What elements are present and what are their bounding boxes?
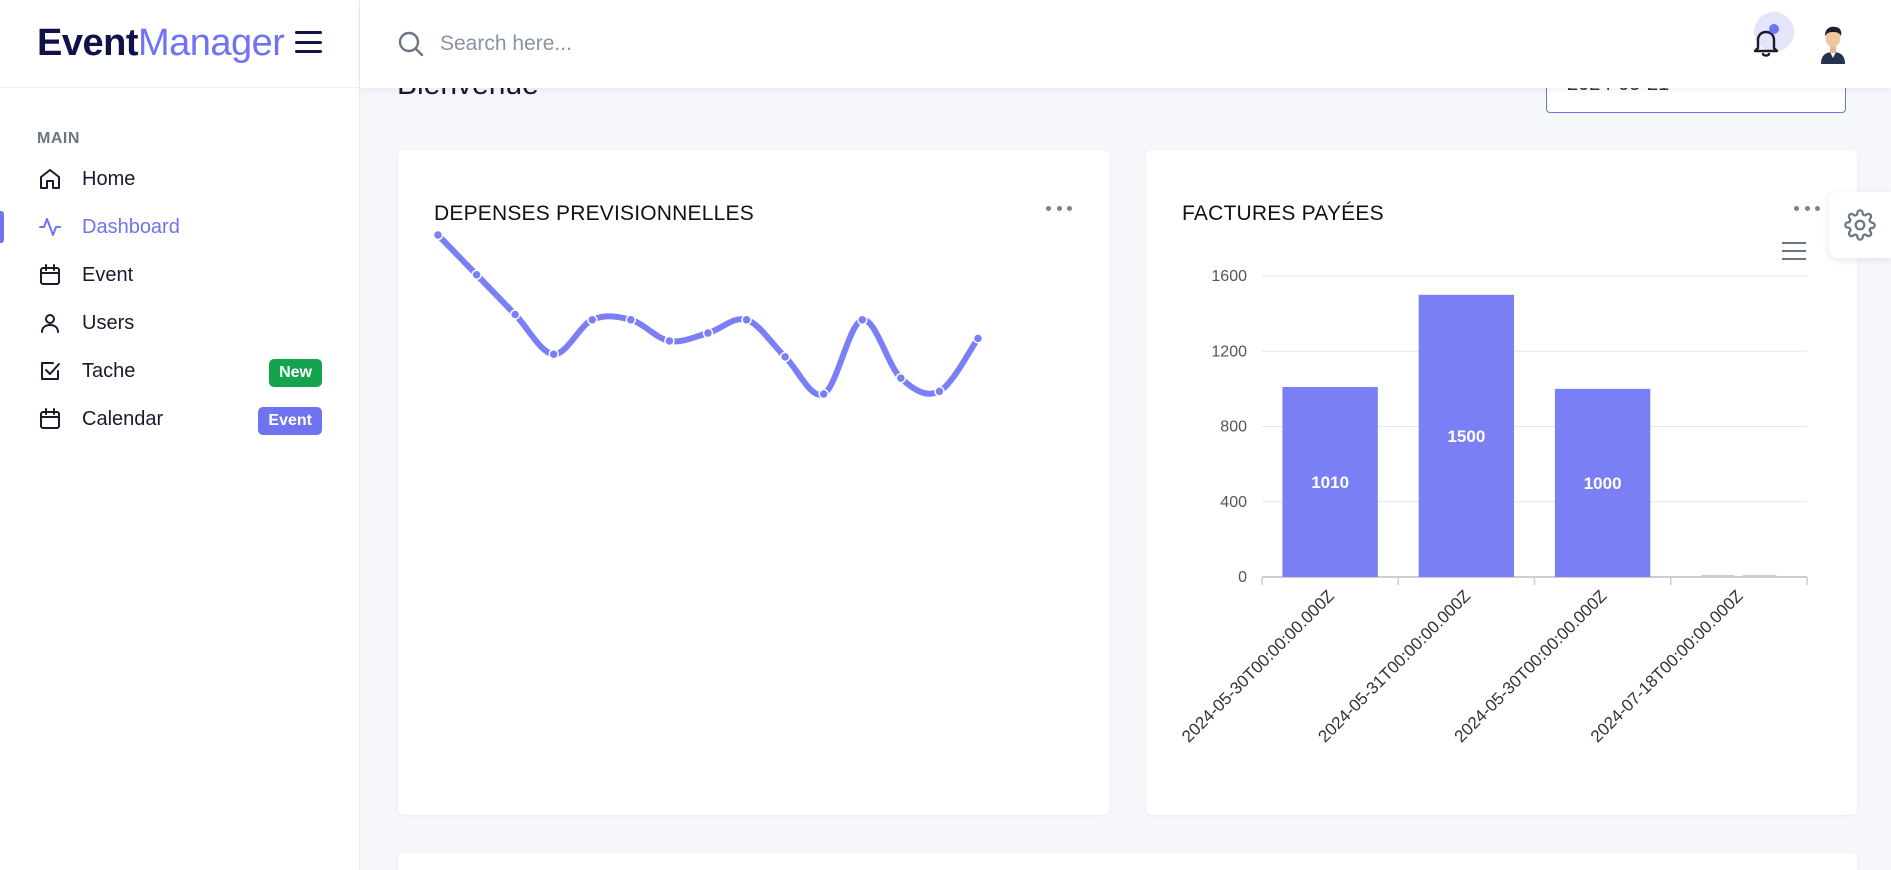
bottom-card — [398, 853, 1857, 870]
sidebar-item-home[interactable]: Home — [0, 155, 360, 203]
x-tick-label: 2024-05-31T00:00:00.000Z — [1314, 586, 1474, 746]
data-point[interactable] — [587, 314, 598, 326]
data-point[interactable] — [934, 386, 945, 397]
activity-icon — [37, 214, 63, 240]
data-point[interactable] — [509, 309, 521, 320]
forecast-line-chart — [432, 229, 984, 400]
sidebar-item-label: Event — [82, 263, 134, 286]
sidebar-item-label: Tache — [82, 359, 136, 382]
data-point[interactable] — [702, 327, 714, 339]
menu-toggle-icon[interactable] — [295, 31, 322, 53]
sidebar-item-label: Dashboard — [82, 215, 180, 238]
notification-button[interactable] — [1750, 12, 1794, 62]
topbar — [360, 0, 1891, 88]
data-point[interactable] — [857, 314, 868, 326]
brand-logo[interactable]: Event Manager — [0, 0, 359, 88]
sidebar-item-label: Home — [82, 167, 136, 190]
data-point[interactable] — [471, 269, 482, 280]
event-badge: Event — [258, 407, 322, 435]
search-input[interactable] — [440, 26, 940, 62]
calendar-icon — [37, 406, 63, 432]
x-tick-label: 2024-05-30T00:00:00.000Z — [1451, 586, 1611, 746]
sidebar-section-label: MAIN — [37, 130, 80, 147]
bar-data-label: 1000 — [1584, 474, 1622, 493]
bar-data-label: 1500 — [1447, 427, 1485, 446]
calendar-icon — [37, 262, 63, 288]
y-tick-label: 1200 — [1211, 343, 1247, 360]
gear-icon — [1844, 209, 1876, 241]
home-icon — [37, 166, 63, 192]
brand-part-2: Manager — [137, 22, 285, 64]
data-point[interactable] — [818, 388, 829, 400]
sidebar-item-calendar[interactable]: Calendar Event — [0, 395, 360, 443]
brand-part-1: Event — [37, 22, 138, 64]
sidebar-item-label: Users — [82, 311, 135, 334]
settings-button[interactable] — [1829, 192, 1891, 258]
sidebar-item-users[interactable]: Users — [0, 299, 360, 347]
new-badge: New — [269, 359, 322, 387]
data-point[interactable] — [664, 335, 675, 347]
data-point[interactable] — [432, 229, 444, 241]
bar-data-label: 1010 — [1311, 473, 1349, 492]
sidebar-nav: Home Dashboard Event Users Tache New Cal… — [0, 155, 360, 443]
user-icon — [37, 310, 63, 336]
y-tick-label: 800 — [1220, 419, 1247, 436]
data-point[interactable] — [741, 314, 752, 326]
sidebar: EventManager MAIN Home Dashboard Event — [0, 0, 360, 870]
sidebar-item-label: Calendar — [82, 407, 164, 430]
data-point[interactable] — [972, 333, 984, 344]
y-tick-label: 0 — [1238, 569, 1247, 586]
notification-dot — [1769, 24, 1779, 34]
data-point[interactable] — [895, 372, 907, 384]
paid-invoices-bar-chart: 0 400 800 1200 1600 1010 2024-05-30T00:00:00.0… — [1178, 268, 1808, 746]
avatar[interactable] — [1812, 22, 1854, 64]
search-icon — [397, 30, 425, 63]
data-point[interactable] — [779, 351, 791, 363]
x-tick-label: 2024-07-18T00:00:00.000Z — [1587, 586, 1747, 746]
y-tick-label: 1600 — [1211, 268, 1247, 285]
data-point[interactable] — [625, 314, 637, 326]
y-tick-label: 400 — [1220, 494, 1247, 511]
data-point[interactable] — [548, 349, 559, 360]
x-tick-label: 2024-05-30T00:00:00.000Z — [1178, 586, 1338, 746]
sidebar-item-event[interactable]: Event — [0, 251, 360, 299]
sidebar-item-dashboard[interactable]: Dashboard — [0, 203, 360, 251]
check-square-icon — [37, 358, 63, 384]
sidebar-item-tache[interactable]: Tache New — [0, 347, 360, 395]
